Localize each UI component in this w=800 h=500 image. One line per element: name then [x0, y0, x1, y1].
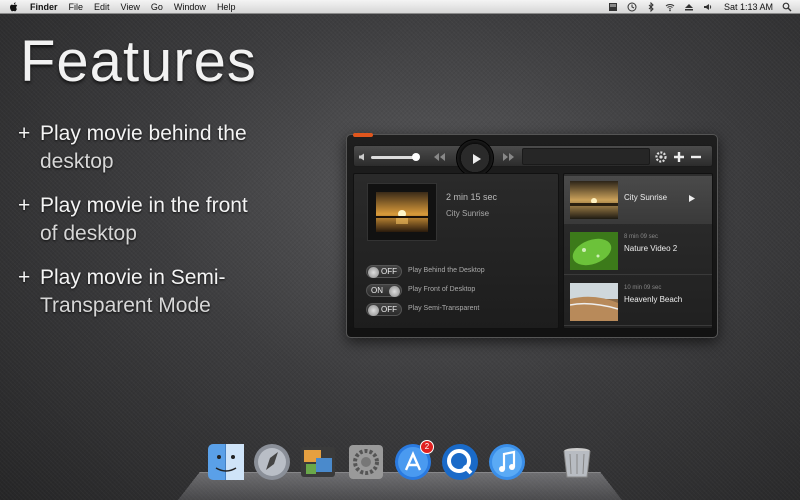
volume-icon[interactable] [703, 2, 713, 12]
toggle-state: ON [371, 286, 383, 295]
toggle-row-behind: OFF Play Behind the Desktop [366, 265, 556, 279]
menu-app-name[interactable]: Finder [30, 2, 58, 12]
feature-line: desktop [40, 150, 114, 173]
feature-list: + Play movie behind the desktop + Play m… [18, 120, 318, 336]
sunrise-thumbnail-image [376, 192, 428, 232]
launchpad-icon[interactable] [252, 442, 292, 482]
iphoto-icon[interactable] [298, 442, 338, 482]
playlist-item[interactable]: 10 min 09 sec Heavenly Beach [564, 278, 712, 326]
playlist-item-time: 10 min 09 sec [624, 285, 662, 291]
feature-item: + Play movie in Semi- Transparent Mode [18, 264, 318, 320]
playlist-item-time: 8 min 09 sec [624, 234, 659, 240]
add-icon[interactable] [672, 150, 686, 164]
page-title: Features [20, 29, 257, 94]
menu-window[interactable]: Window [174, 2, 206, 12]
progress-track[interactable] [522, 148, 650, 165]
app-store-badge: 2 [420, 440, 434, 454]
time-machine-icon[interactable] [627, 2, 637, 12]
toggle-knob [368, 305, 379, 316]
sunrise-thumbnail-image [570, 181, 618, 219]
app-status-icon[interactable] [608, 2, 618, 12]
feature-line: Play movie in the front [40, 194, 248, 217]
toggle-state: OFF [381, 305, 397, 314]
remove-icon[interactable] [689, 150, 703, 164]
toggle-knob [389, 286, 400, 297]
feature-line: Play movie in Semi- [40, 266, 226, 289]
play-semi-transparent-toggle[interactable]: OFF [366, 303, 402, 316]
playlist-panel: City Sunrise 8 min 09 sec Nature Video 2… [563, 173, 713, 329]
feature-line: of desktop [40, 222, 137, 245]
system-preferences-icon[interactable] [346, 442, 386, 482]
apple-menu-icon[interactable] [8, 1, 20, 13]
play-behind-toggle[interactable]: OFF [366, 265, 402, 278]
menubar-clock[interactable]: Sat 1:13 AM [724, 2, 773, 12]
wifi-icon[interactable] [665, 2, 675, 12]
feature-line: Transparent Mode [40, 294, 211, 317]
menu-view[interactable]: View [121, 2, 140, 12]
gear-icon[interactable] [654, 150, 668, 164]
feature-item: + Play movie behind the desktop [18, 120, 318, 176]
now-playing-duration: 2 min 15 sec [446, 192, 498, 202]
menu-file[interactable]: File [69, 2, 84, 12]
spotlight-search-icon[interactable] [782, 2, 792, 12]
playlist-item[interactable]: City Sunrise [564, 176, 712, 224]
speaker-icon [359, 153, 364, 161]
menu-bar: Finder File Edit View Go Window Help Sat… [0, 0, 800, 14]
playlist-item-name: Nature Video 2 [624, 244, 678, 253]
toggle-row-semi: OFF Play Semi-Transparent [366, 303, 556, 317]
itunes-icon[interactable] [487, 442, 527, 482]
plus-icon: + [18, 194, 31, 217]
menu-go[interactable]: Go [151, 2, 163, 12]
now-playing-title: City Sunrise [446, 209, 490, 218]
volume-slider-knob[interactable] [412, 153, 420, 161]
playlist-item-name: Heavenly Beach [624, 295, 683, 304]
play-button[interactable] [456, 139, 494, 177]
toggle-state: OFF [381, 267, 397, 276]
toggle-label: Play Front of Desktop [408, 286, 476, 293]
quicktime-icon[interactable] [440, 442, 480, 482]
playlist-item[interactable]: 8 min 09 sec Nature Video 2 [564, 227, 712, 275]
play-front-toggle[interactable]: ON [366, 284, 402, 297]
movie-player-window: 2 min 15 sec City Sunrise OFF Play Behin… [346, 133, 718, 338]
menu-help[interactable]: Help [217, 2, 236, 12]
now-playing-panel: 2 min 15 sec City Sunrise OFF Play Behin… [353, 173, 559, 329]
eject-icon[interactable] [684, 2, 694, 12]
feature-line: Play movie behind the [40, 122, 247, 145]
playlist-item-name: City Sunrise [624, 193, 668, 202]
finder-icon[interactable] [206, 442, 246, 482]
now-playing-thumbnail [367, 183, 437, 241]
toggle-label: Play Behind the Desktop [408, 267, 485, 274]
leaf-thumbnail-image [570, 232, 618, 270]
bluetooth-icon[interactable] [646, 2, 656, 12]
trash-icon[interactable] [557, 442, 597, 482]
plus-icon: + [18, 122, 31, 145]
plus-icon: + [18, 266, 31, 289]
menu-edit[interactable]: Edit [94, 2, 110, 12]
toggle-label: Play Semi-Transparent [408, 305, 480, 312]
rewind-icon[interactable] [432, 151, 446, 163]
toggle-knob [368, 267, 379, 278]
volume-slider[interactable] [371, 156, 415, 159]
player-toolbar [353, 139, 713, 177]
fast-forward-icon[interactable] [502, 151, 516, 163]
feature-item: + Play movie in the front of desktop [18, 192, 318, 248]
play-icon[interactable] [688, 194, 696, 203]
play-icon [473, 154, 481, 164]
toggle-row-front: ON Play Front of Desktop [366, 284, 556, 298]
window-accent-tab [353, 133, 373, 137]
beach-thumbnail-image [570, 283, 618, 321]
